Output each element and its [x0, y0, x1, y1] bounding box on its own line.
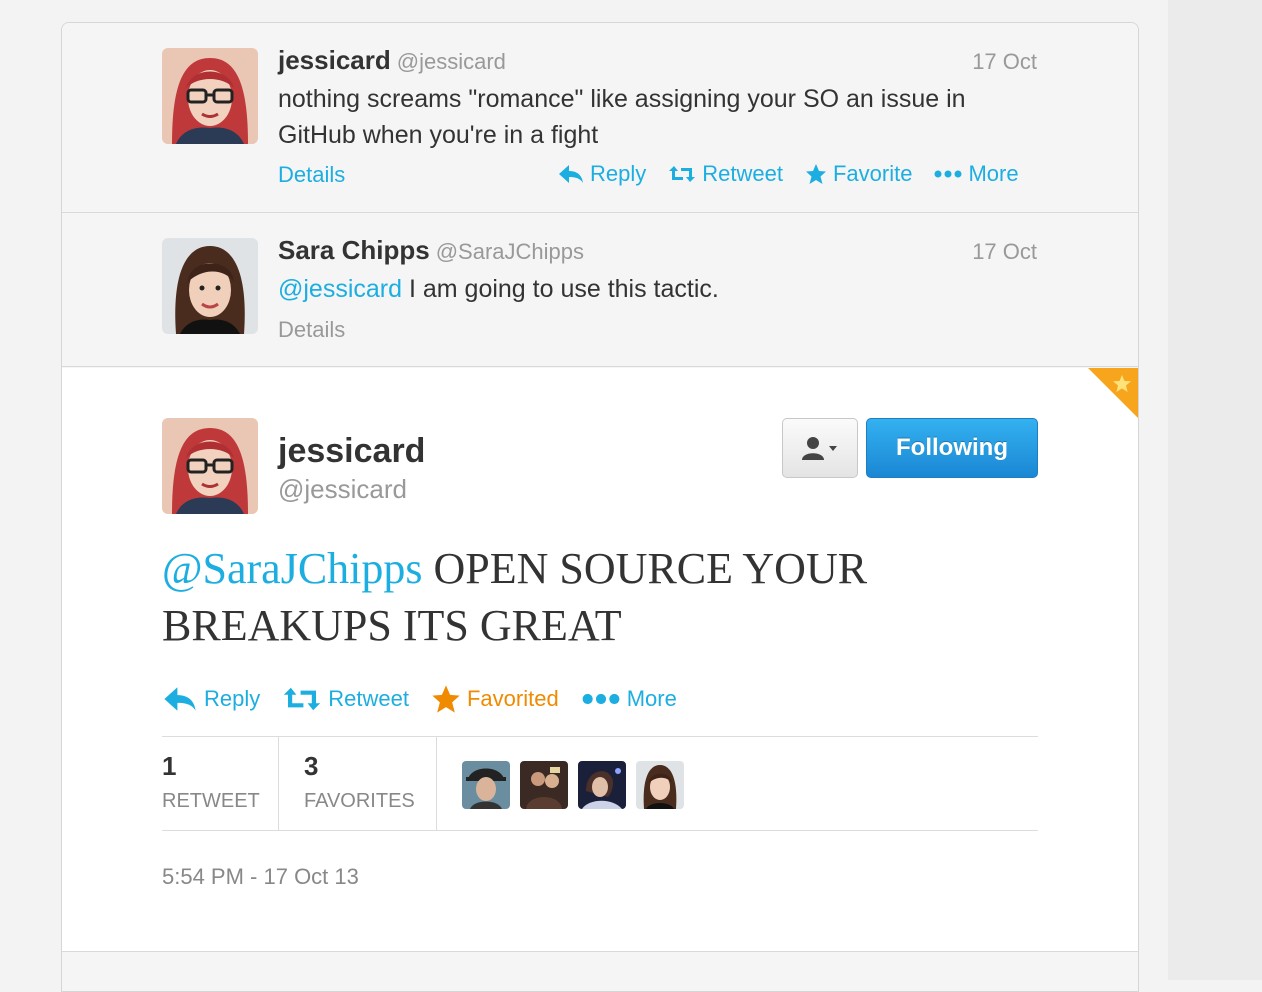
conversation-panel: jessicard @jessicard 17 Oct nothing screa… — [61, 22, 1139, 992]
following-button[interactable]: Following — [866, 418, 1038, 478]
tweet-header: Sara Chipps @SaraJChipps — [278, 235, 584, 266]
retweet-button[interactable]: Retweet — [282, 685, 409, 713]
tweet-timestamp[interactable]: 5:54 PM - 17 Oct 13 — [162, 864, 359, 890]
retweet-label: Retweet — [328, 686, 409, 711]
more-button[interactable]: More — [934, 161, 1019, 187]
retweet-count-stat[interactable]: 1 RETWEET — [162, 737, 278, 830]
star-icon — [432, 685, 460, 713]
screenname[interactable]: @jessicard — [278, 474, 407, 505]
retweet-count-label: RETWEET — [162, 790, 260, 812]
favorite-label: Favorite — [832, 161, 913, 186]
tweet-stats: 1 RETWEET 3 FAVORITES — [162, 736, 1038, 831]
right-rail — [1168, 0, 1262, 980]
fullname[interactable]: Sara Chipps — [278, 235, 430, 265]
more-dots-icon — [934, 170, 962, 178]
favorited-label: Favorited — [466, 686, 559, 711]
favorite-corner-badge-icon — [1088, 368, 1138, 418]
favorited-button[interactable]: Favorited — [431, 684, 559, 714]
fullname[interactable]: jessicard — [278, 432, 425, 471]
favorite-button[interactable]: Favorite — [805, 161, 912, 187]
reply-button[interactable]: Reply — [558, 161, 646, 187]
details-link[interactable]: Details — [278, 162, 345, 188]
panel-footer — [62, 952, 1138, 991]
favoriter-avatar[interactable] — [578, 761, 626, 809]
conversation-tweet[interactable]: Sara Chipps @SaraJChipps 17 Oct @jessicar… — [62, 213, 1138, 367]
user-dropdown-button[interactable] — [782, 418, 858, 478]
favoriter-avatar[interactable] — [520, 761, 568, 809]
retweet-icon — [284, 687, 321, 711]
tweet-time[interactable]: 17 Oct — [972, 49, 1037, 75]
favorite-count-stat[interactable]: 3 FAVORITES — [304, 737, 434, 830]
reply-button[interactable]: Reply — [162, 686, 260, 712]
retweet-button[interactable]: Retweet — [668, 161, 783, 187]
screenname[interactable]: @SaraJChipps — [436, 239, 584, 264]
user-dropdown-icon — [802, 437, 837, 460]
star-icon — [805, 164, 826, 184]
tweet-text: @jessicard I am going to use this tactic… — [278, 271, 998, 307]
avatar[interactable] — [162, 418, 258, 514]
conversation-tweet[interactable]: jessicard @jessicard 17 Oct nothing screa… — [62, 23, 1138, 213]
screenname[interactable]: @jessicard — [397, 49, 506, 74]
more-label: More — [968, 161, 1019, 186]
favorite-count: 3 — [304, 751, 319, 781]
more-label: More — [626, 686, 677, 711]
reply-label: Reply — [204, 686, 261, 711]
fullname[interactable]: jessicard — [278, 45, 391, 75]
permalink-tweet: jessicard @jessicard Following @SaraJChi… — [62, 368, 1138, 952]
mention-link[interactable]: @SaraJChipps — [162, 544, 423, 593]
retweet-icon — [669, 166, 696, 182]
stat-divider — [278, 737, 279, 830]
mention-link[interactable]: @jessicard — [278, 275, 402, 303]
reply-icon — [164, 687, 196, 711]
reply-icon — [559, 165, 583, 183]
tweet-text: nothing screams "romance" like assigning… — [278, 85, 966, 149]
tweet-text-body: I am going to use this tactic. — [402, 275, 719, 303]
details-link[interactable]: Details — [278, 317, 345, 343]
stat-divider — [436, 737, 437, 830]
retweet-count: 1 — [162, 751, 177, 781]
tweet-actions: Reply Retweet Favorite More — [558, 161, 1019, 187]
tweet-actions: Reply Retweet Favorited More — [162, 684, 677, 714]
avatar[interactable] — [162, 48, 258, 144]
favorite-count-label: FAVORITES — [304, 790, 415, 812]
favoriter-avatar[interactable] — [636, 761, 684, 809]
more-button[interactable]: More — [581, 686, 677, 712]
tweet-header: jessicard @jessicard — [278, 45, 506, 76]
avatar[interactable] — [162, 238, 258, 334]
more-dots-icon — [582, 693, 620, 705]
tweet-time[interactable]: 17 Oct — [972, 239, 1037, 265]
favoriter-avatar[interactable] — [462, 761, 510, 809]
reply-label: Reply — [590, 161, 647, 186]
tweet-text: @SaraJChipps OPEN SOURCE YOUR BREAKUPS I… — [162, 540, 982, 654]
retweet-label: Retweet — [702, 161, 783, 186]
